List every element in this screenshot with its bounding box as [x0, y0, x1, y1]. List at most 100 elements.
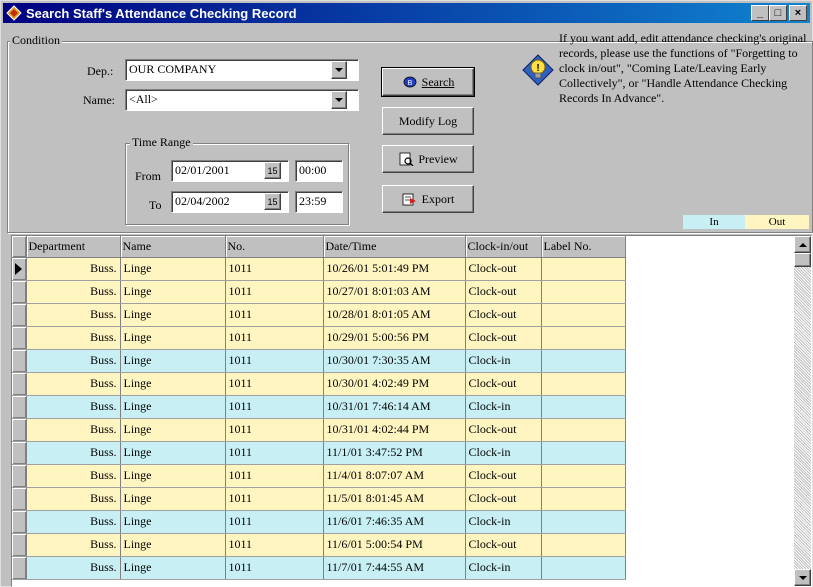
cell-label-no[interactable] — [541, 418, 626, 442]
attendance-grid[interactable]: Department Name No. Date/Time Clock-in/o… — [11, 235, 812, 587]
vertical-scrollbar[interactable] — [794, 236, 811, 586]
row-indicator[interactable] — [12, 441, 27, 465]
cell-name[interactable]: Linge — [120, 257, 226, 281]
row-indicator[interactable] — [12, 418, 27, 442]
table-row[interactable]: Buss. Linge 1011 11/6/01 7:46:35 AM Clock-in — [12, 510, 626, 534]
cell-name[interactable]: Linge — [120, 418, 226, 442]
cell-name[interactable]: Linge — [120, 372, 226, 396]
table-row[interactable]: Buss. Linge 1011 10/27/01 8:01:03 AM Clock-o… — [12, 280, 626, 304]
modify-log-button[interactable]: Modify Log — [382, 107, 474, 135]
cell-clock[interactable]: Clock-out — [465, 257, 542, 281]
cell-no[interactable]: 1011 — [225, 280, 324, 304]
cell-datetime[interactable]: 10/27/01 8:01:03 AM — [323, 280, 466, 304]
name-dropdown-button[interactable] — [331, 91, 347, 109]
row-indicator[interactable] — [12, 257, 27, 281]
cell-datetime[interactable]: 10/31/01 7:46:14 AM — [323, 395, 466, 419]
cell-department[interactable]: Buss. — [26, 487, 121, 511]
cell-department[interactable]: Buss. — [26, 464, 121, 488]
row-indicator[interactable] — [12, 487, 27, 511]
cell-clock[interactable]: Clock-in — [465, 441, 542, 465]
col-header-no[interactable]: No. — [225, 236, 324, 258]
cell-label-no[interactable] — [541, 372, 626, 396]
cell-name[interactable]: Linge — [120, 280, 226, 304]
cell-department[interactable]: Buss. — [26, 556, 121, 580]
cell-clock[interactable]: Clock-in — [465, 395, 542, 419]
cell-no[interactable]: 1011 — [225, 257, 324, 281]
cell-name[interactable]: Linge — [120, 510, 226, 534]
table-row[interactable]: Buss. Linge 1011 11/5/01 8:01:45 AM Clock-ou… — [12, 487, 626, 511]
cell-no[interactable]: 1011 — [225, 418, 324, 442]
table-row[interactable]: Buss. Linge 1011 10/31/01 7:46:14 AM Clock-i… — [12, 395, 626, 419]
row-indicator[interactable] — [12, 510, 27, 534]
row-indicator[interactable] — [12, 395, 27, 419]
cell-clock[interactable]: Clock-out — [465, 418, 542, 442]
table-row[interactable]: Buss. Linge 1011 11/1/01 3:47:52 PM Clock-in — [12, 441, 626, 465]
cell-no[interactable]: 1011 — [225, 349, 324, 373]
scroll-up-button[interactable] — [794, 236, 811, 253]
search-button[interactable]: B Search — [381, 67, 475, 97]
cell-label-no[interactable] — [541, 257, 626, 281]
cell-name[interactable]: Linge — [120, 395, 226, 419]
col-header-label-no[interactable]: Label No. — [541, 236, 626, 258]
cell-department[interactable]: Buss. — [26, 257, 121, 281]
table-row[interactable]: Buss. Linge 1011 11/7/01 7:44:55 AM Clock-in — [12, 556, 626, 580]
scroll-down-button[interactable] — [794, 569, 811, 586]
cell-clock[interactable]: Clock-in — [465, 510, 542, 534]
cell-department[interactable]: Buss. — [26, 326, 121, 350]
row-indicator[interactable] — [12, 556, 27, 580]
row-indicator[interactable] — [12, 303, 27, 327]
col-header-department[interactable]: Department — [26, 236, 121, 258]
maximize-button[interactable]: □ — [769, 5, 787, 21]
minimize-button[interactable]: _ — [751, 5, 769, 21]
cell-no[interactable]: 1011 — [225, 510, 324, 534]
cell-label-no[interactable] — [541, 464, 626, 488]
cell-clock[interactable]: Clock-out — [465, 487, 542, 511]
table-row[interactable]: Buss. Linge 1011 10/29/01 5:00:56 PM Clock-o… — [12, 326, 626, 350]
cell-label-no[interactable] — [541, 487, 626, 511]
cell-department[interactable]: Buss. — [26, 441, 121, 465]
table-row[interactable]: Buss. Linge 1011 11/4/01 8:07:07 AM Clock-ou… — [12, 464, 626, 488]
title-bar[interactable]: Search Staff's Attendance Checking Recor… — [3, 3, 810, 23]
cell-name[interactable]: Linge — [120, 556, 226, 580]
cell-clock[interactable]: Clock-out — [465, 464, 542, 488]
cell-datetime[interactable]: 11/6/01 7:46:35 AM — [323, 510, 466, 534]
cell-name[interactable]: Linge — [120, 349, 226, 373]
row-indicator[interactable] — [12, 533, 27, 557]
cell-clock[interactable]: Clock-out — [465, 303, 542, 327]
col-header-clock[interactable]: Clock-in/out — [465, 236, 542, 258]
cell-clock[interactable]: Clock-out — [465, 533, 542, 557]
cell-no[interactable]: 1011 — [225, 395, 324, 419]
cell-label-no[interactable] — [541, 349, 626, 373]
cell-department[interactable]: Buss. — [26, 280, 121, 304]
cell-no[interactable]: 1011 — [225, 372, 324, 396]
table-row[interactable]: Buss. Linge 1011 10/26/01 5:01:49 PM Clock-o… — [12, 257, 626, 281]
table-row[interactable]: Buss. Linge 1011 10/31/01 4:02:44 PM Clock-o… — [12, 418, 626, 442]
cell-clock[interactable]: Clock-out — [465, 280, 542, 304]
cell-label-no[interactable] — [541, 556, 626, 580]
cell-no[interactable]: 1011 — [225, 464, 324, 488]
cell-clock[interactable]: Clock-in — [465, 556, 542, 580]
to-time-field[interactable]: 23:59 — [295, 191, 343, 213]
table-row[interactable]: Buss. Linge 1011 11/6/01 5:00:54 PM Clock-ou… — [12, 533, 626, 557]
from-calendar-icon[interactable]: 15 — [264, 162, 281, 179]
department-dropdown-button[interactable] — [331, 61, 347, 79]
cell-datetime[interactable]: 11/7/01 7:44:55 AM — [323, 556, 466, 580]
cell-no[interactable]: 1011 — [225, 487, 324, 511]
department-combobox[interactable]: OUR COMPANY — [125, 59, 359, 81]
name-combobox[interactable]: <All> — [125, 89, 359, 111]
cell-label-no[interactable] — [541, 326, 626, 350]
to-calendar-icon[interactable]: 15 — [264, 193, 281, 210]
cell-department[interactable]: Buss. — [26, 349, 121, 373]
cell-datetime[interactable]: 11/5/01 8:01:45 AM — [323, 487, 466, 511]
cell-department[interactable]: Buss. — [26, 510, 121, 534]
cell-no[interactable]: 1011 — [225, 556, 324, 580]
cell-no[interactable]: 1011 — [225, 326, 324, 350]
cell-datetime[interactable]: 10/28/01 8:01:05 AM — [323, 303, 466, 327]
col-header-datetime[interactable]: Date/Time — [323, 236, 466, 258]
cell-label-no[interactable] — [541, 533, 626, 557]
cell-label-no[interactable] — [541, 280, 626, 304]
cell-datetime[interactable]: 11/4/01 8:07:07 AM — [323, 464, 466, 488]
cell-department[interactable]: Buss. — [26, 395, 121, 419]
cell-name[interactable]: Linge — [120, 441, 226, 465]
cell-label-no[interactable] — [541, 510, 626, 534]
